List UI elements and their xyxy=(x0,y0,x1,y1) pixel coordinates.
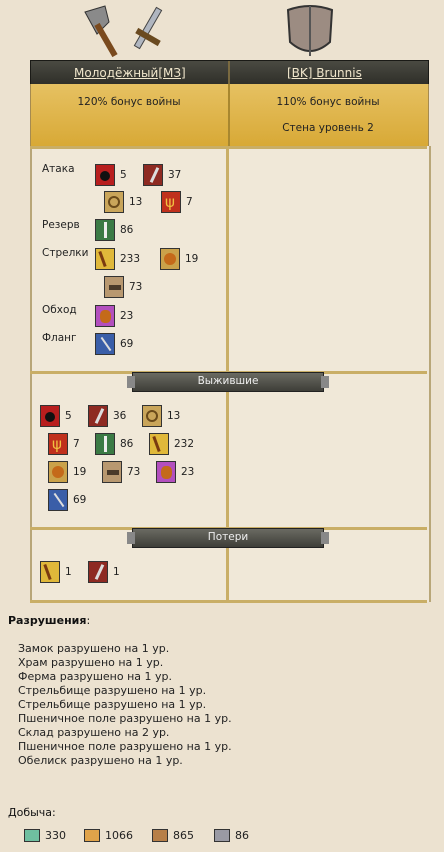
loot-item: 330 xyxy=(24,829,66,842)
sword-icon xyxy=(88,405,108,427)
defender-war-bonus: 110% бонус войны xyxy=(276,96,380,108)
bread-icon xyxy=(84,829,100,842)
unit-slot[interactable]: 5 xyxy=(40,405,72,427)
loot-amount: 330 xyxy=(45,829,66,842)
bonus-divider xyxy=(228,84,230,146)
bonus-row: 120% бонус войны 110% бонус войны Стена … xyxy=(30,84,429,146)
unit-slot[interactable]: 19 xyxy=(160,248,198,270)
wood-icon xyxy=(152,829,168,842)
unit-slot[interactable]: 233 xyxy=(95,248,140,270)
unit-slot[interactable]: 232 xyxy=(149,433,194,455)
crossed-weapons-icon xyxy=(84,5,163,58)
bypass-label: Обход xyxy=(42,304,77,316)
sword-icon xyxy=(143,164,163,186)
shield-unit-icon xyxy=(160,248,180,270)
unit-slot[interactable]: 86 xyxy=(95,219,133,241)
header-divider xyxy=(228,61,230,85)
unit-slot[interactable]: 69 xyxy=(48,489,86,511)
divider-line xyxy=(30,146,427,149)
bow-icon xyxy=(40,561,60,583)
divider-line xyxy=(30,600,427,603)
unit-slot[interactable]: 36 xyxy=(88,405,126,427)
horn-icon xyxy=(142,405,162,427)
sword-icon xyxy=(88,561,108,583)
destruction-line: Храм разрушено на 1 ур. xyxy=(18,656,164,669)
unit-slot[interactable]: 7 xyxy=(161,191,193,213)
loot-item: 1066 xyxy=(84,829,133,842)
green-warrior-icon xyxy=(95,219,115,241)
bow-icon xyxy=(95,248,115,270)
bomb-icon xyxy=(40,405,60,427)
loot-colon: : xyxy=(52,806,56,819)
cannon-icon xyxy=(104,276,124,298)
destruction-line: Стрельбище разрушено на 1 ур. xyxy=(18,698,207,711)
unit-slot[interactable]: 1 xyxy=(40,561,72,583)
unit-slot[interactable]: 73 xyxy=(102,461,140,483)
destruction-line: Пшеничное поле разрушено на 1 ур. xyxy=(18,740,232,753)
shield-unit-icon xyxy=(48,461,68,483)
purple-unit-icon xyxy=(156,461,176,483)
destruction-line: Стрельбище разрушено на 1 ур. xyxy=(18,684,207,697)
unit-slot[interactable]: 23 xyxy=(95,305,133,327)
horn-icon xyxy=(104,191,124,213)
survivors-banner: Выжившие xyxy=(127,372,329,392)
destruction-line: Пшеничное поле разрушено на 1 ур. xyxy=(18,712,232,725)
loot-title: Добыча: xyxy=(8,806,56,819)
destruction-line: Обелиск разрушено на 1 ур. xyxy=(18,754,183,767)
flank-label: Фланг xyxy=(42,332,77,344)
attacker-name-link[interactable]: Молодёжный[МЗ] xyxy=(74,66,186,80)
trident-icon xyxy=(161,191,181,213)
shooters-label: Стрелки xyxy=(42,247,89,259)
destruction-line: Ферма разрушено на 1 ур. xyxy=(18,670,172,683)
unit-slot[interactable]: 73 xyxy=(104,276,142,298)
unit-slot[interactable]: 13 xyxy=(142,405,180,427)
cannon-icon xyxy=(102,461,122,483)
loot-item: 86 xyxy=(214,829,249,842)
defender-name-link[interactable]: [BK] Brunnis xyxy=(287,66,362,80)
shield-emblem-icon xyxy=(286,5,334,56)
unit-slot[interactable]: 23 xyxy=(156,461,194,483)
defender-wall-level: Стена уровень 2 xyxy=(282,122,374,134)
unit-slot[interactable]: 13 xyxy=(104,191,142,213)
unit-slot[interactable]: 86 xyxy=(95,433,133,455)
unit-slot[interactable]: 37 xyxy=(143,164,181,186)
spear-icon xyxy=(48,489,68,511)
unit-slot[interactable]: 1 xyxy=(88,561,120,583)
loot-amount: 865 xyxy=(173,829,194,842)
losses-banner: Потери xyxy=(127,528,329,548)
destruction-line: Замок разрушено на 1 ур. xyxy=(18,642,170,655)
loot-amount: 1066 xyxy=(105,829,133,842)
destruction-colon: : xyxy=(86,614,91,627)
destruction-title: Разрушения: xyxy=(8,614,90,627)
loot-title-text: Добыча xyxy=(8,806,53,819)
loot-amount: 86 xyxy=(235,829,249,842)
bomb-icon xyxy=(95,164,115,186)
battle-header: Молодёжный[МЗ] [BK] Brunnis xyxy=(30,60,429,86)
attack-label: Атака xyxy=(42,163,75,175)
loot-item: 865 xyxy=(152,829,194,842)
bow-icon xyxy=(149,433,169,455)
green-warrior-icon xyxy=(95,433,115,455)
destruction-title-text: Разрушения xyxy=(8,614,87,627)
stone-icon xyxy=(214,829,230,842)
flask-icon xyxy=(24,829,40,842)
unit-slot[interactable]: 19 xyxy=(48,461,86,483)
unit-slot[interactable]: 5 xyxy=(95,164,127,186)
purple-unit-icon xyxy=(95,305,115,327)
attacker-war-bonus: 120% бонус войны xyxy=(77,96,181,108)
spear-icon xyxy=(95,333,115,355)
reserve-label: Резерв xyxy=(42,219,80,231)
unit-slot[interactable]: 7 xyxy=(48,433,80,455)
unit-slot[interactable]: 69 xyxy=(95,333,133,355)
destruction-line: Склад разрушено на 2 ур. xyxy=(18,726,170,739)
trident-icon xyxy=(48,433,68,455)
